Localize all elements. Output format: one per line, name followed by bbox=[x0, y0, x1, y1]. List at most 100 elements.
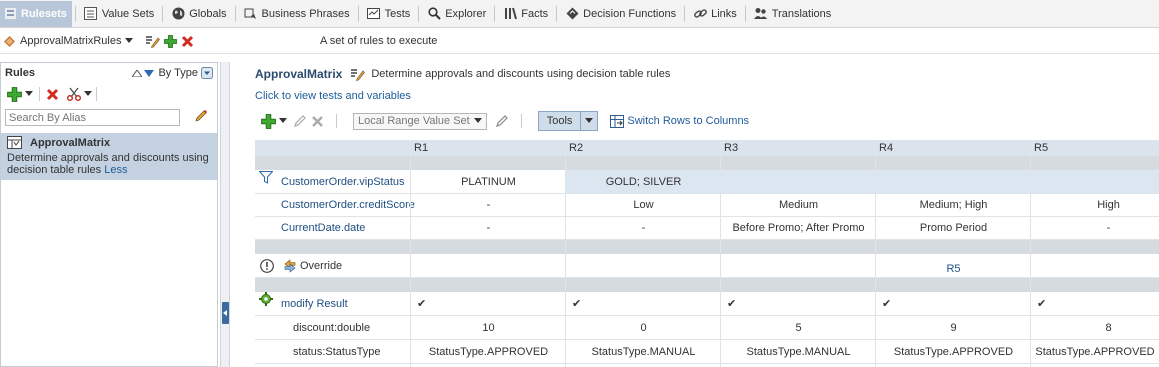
condition-cell[interactable]: Medium; High bbox=[876, 194, 1031, 216]
action-param-cell[interactable]: StatusType.APPROVED bbox=[876, 340, 1031, 363]
condition-row: CustomerOrder.vipStatus PLATINUM GOLD; S… bbox=[255, 170, 1159, 194]
rule-list-item[interactable]: ApprovalMatrix Determine approvals and d… bbox=[1, 133, 217, 180]
search-alias-input[interactable] bbox=[5, 109, 180, 126]
action-label[interactable]: modify Result bbox=[255, 292, 410, 315]
action-param-cell[interactable]: 8 bbox=[1031, 316, 1159, 339]
tools-label: Tools bbox=[539, 112, 582, 130]
delete-ruleset-icon[interactable] bbox=[181, 35, 194, 48]
chevron-down-icon[interactable] bbox=[84, 91, 92, 97]
action-param-cell[interactable]: StatusType.MANUAL bbox=[721, 340, 876, 363]
rule-header[interactable]: R3 bbox=[721, 140, 876, 156]
collapse-panel-icon[interactable] bbox=[222, 302, 229, 324]
chevron-down-icon[interactable] bbox=[125, 35, 134, 47]
globe-icon bbox=[171, 7, 185, 21]
rule-item-title: ApprovalMatrix bbox=[30, 136, 111, 149]
tab-facts[interactable]: Facts bbox=[498, 0, 553, 28]
tab-business-phrases[interactable]: Business Phrases bbox=[239, 0, 355, 28]
conflict-label[interactable]: Override bbox=[255, 254, 410, 277]
tab-links[interactable]: Links bbox=[688, 0, 742, 28]
rule-header[interactable]: R5 bbox=[1031, 140, 1159, 156]
condition-cell[interactable]: High bbox=[1031, 194, 1159, 216]
chevron-down-icon[interactable] bbox=[581, 112, 597, 130]
condition-cell[interactable]: - bbox=[411, 217, 566, 239]
divider bbox=[418, 5, 420, 22]
condition-cell[interactable]: - bbox=[566, 217, 721, 239]
sort-control[interactable]: By Type bbox=[132, 67, 213, 79]
condition-cell[interactable]: - bbox=[1031, 217, 1159, 239]
column-divider bbox=[720, 140, 721, 367]
rule-header[interactable]: R4 bbox=[876, 140, 1031, 156]
conflict-cell[interactable]: R5 bbox=[876, 254, 1031, 277]
condition-label[interactable]: CurrentDate.date bbox=[255, 217, 410, 239]
chevron-down-icon[interactable] bbox=[279, 118, 287, 124]
switch-rows-columns-button[interactable]: Switch Rows to Columns bbox=[610, 114, 749, 128]
tab-globals[interactable]: Globals bbox=[166, 0, 231, 28]
condition-cell[interactable]: Low bbox=[566, 194, 721, 216]
action-param-cell[interactable]: 0 bbox=[566, 316, 721, 339]
condition-cell-merged[interactable] bbox=[721, 170, 1159, 193]
conflict-cell[interactable] bbox=[721, 254, 876, 277]
edit-ruleset-icon[interactable] bbox=[145, 35, 161, 48]
condition-cell[interactable]: PLATINUM bbox=[411, 170, 566, 193]
action-param-cell[interactable]: StatusType.APPROVED bbox=[1031, 340, 1159, 363]
add-icon[interactable] bbox=[261, 113, 276, 129]
tools-button[interactable]: Tools bbox=[537, 111, 599, 131]
section-separator bbox=[255, 156, 1159, 170]
range-value-set-select[interactable]: Local Range Value Set bbox=[353, 112, 487, 130]
conflict-row: Override R5 bbox=[255, 254, 1159, 278]
condition-label[interactable]: CustomerOrder.vipStatus bbox=[255, 170, 410, 193]
delete-rule-icon[interactable] bbox=[46, 88, 59, 101]
view-tests-link[interactable]: Click to view tests and variables bbox=[255, 90, 411, 102]
action-param-cell[interactable]: StatusType.APPROVED bbox=[411, 340, 566, 363]
action-param-cell[interactable]: 10 bbox=[411, 316, 566, 339]
add-ruleset-icon[interactable] bbox=[164, 34, 178, 48]
tab-value-sets[interactable]: Value Sets bbox=[79, 0, 159, 28]
condition-cell[interactable]: Before Promo; After Promo bbox=[721, 217, 876, 239]
section-separator bbox=[255, 240, 1159, 254]
conflict-cell[interactable] bbox=[566, 254, 721, 277]
ruleset-selector[interactable]: ApprovalMatrixRules bbox=[0, 34, 194, 48]
condition-cell[interactable]: GOLD; SILVER bbox=[566, 170, 721, 193]
action-check-cell[interactable]: ✔ bbox=[1031, 292, 1159, 315]
edit-disabled-icon[interactable] bbox=[293, 114, 307, 128]
tab-decision-functions[interactable]: Decision Functions bbox=[560, 0, 681, 28]
action-check-cell[interactable]: ✔ bbox=[411, 292, 566, 315]
add-rule-icon[interactable] bbox=[7, 86, 22, 102]
action-param-label[interactable]: discount:double bbox=[255, 316, 410, 339]
pencil-icon[interactable] bbox=[495, 114, 509, 128]
pencil-icon[interactable] bbox=[194, 109, 208, 126]
page-description: Determine approvals and discounts using … bbox=[371, 68, 671, 80]
sort-ascending-icon[interactable] bbox=[132, 69, 143, 77]
chevron-down-icon[interactable] bbox=[25, 91, 33, 97]
divider bbox=[39, 87, 40, 101]
action-param-label[interactable]: status:StatusType bbox=[255, 340, 410, 363]
panel-splitter[interactable] bbox=[220, 62, 230, 367]
condition-cell[interactable]: - bbox=[411, 194, 566, 216]
tab-translations[interactable]: Translations bbox=[749, 0, 837, 28]
tab-explorer[interactable]: Explorer bbox=[422, 0, 491, 28]
condition-cell[interactable]: Medium bbox=[721, 194, 876, 216]
divider bbox=[234, 5, 236, 22]
action-param-cell[interactable]: StatusType.MANUAL bbox=[566, 340, 721, 363]
action-check-cell[interactable]: ✔ bbox=[876, 292, 1031, 315]
conflict-cell[interactable] bbox=[1031, 254, 1159, 277]
action-check-cell[interactable]: ✔ bbox=[566, 292, 721, 315]
action-param-cell[interactable]: 9 bbox=[876, 316, 1031, 339]
rule-header[interactable]: R1 bbox=[411, 140, 566, 156]
rule-header[interactable]: R2 bbox=[566, 140, 721, 156]
action-check-cell[interactable]: ✔ bbox=[721, 292, 876, 315]
condition-cell[interactable]: Promo Period bbox=[876, 217, 1031, 239]
sort-label: By Type bbox=[158, 67, 198, 79]
edit-description-icon[interactable] bbox=[350, 68, 366, 81]
cut-rule-icon[interactable] bbox=[67, 87, 81, 101]
tab-rulesets[interactable]: Rulesets bbox=[0, 0, 72, 27]
delete-disabled-icon[interactable] bbox=[311, 115, 324, 128]
tab-label: Value Sets bbox=[101, 7, 155, 20]
sort-dropdown-icon[interactable] bbox=[201, 67, 213, 79]
sort-descending-icon[interactable] bbox=[144, 69, 155, 77]
less-link[interactable]: Less bbox=[104, 164, 127, 176]
conflict-cell[interactable] bbox=[411, 254, 566, 277]
action-param-cell[interactable]: 5 bbox=[721, 316, 876, 339]
condition-label[interactable]: CustomerOrder.creditScore bbox=[255, 194, 415, 216]
tab-tests[interactable]: Tests bbox=[362, 0, 416, 28]
